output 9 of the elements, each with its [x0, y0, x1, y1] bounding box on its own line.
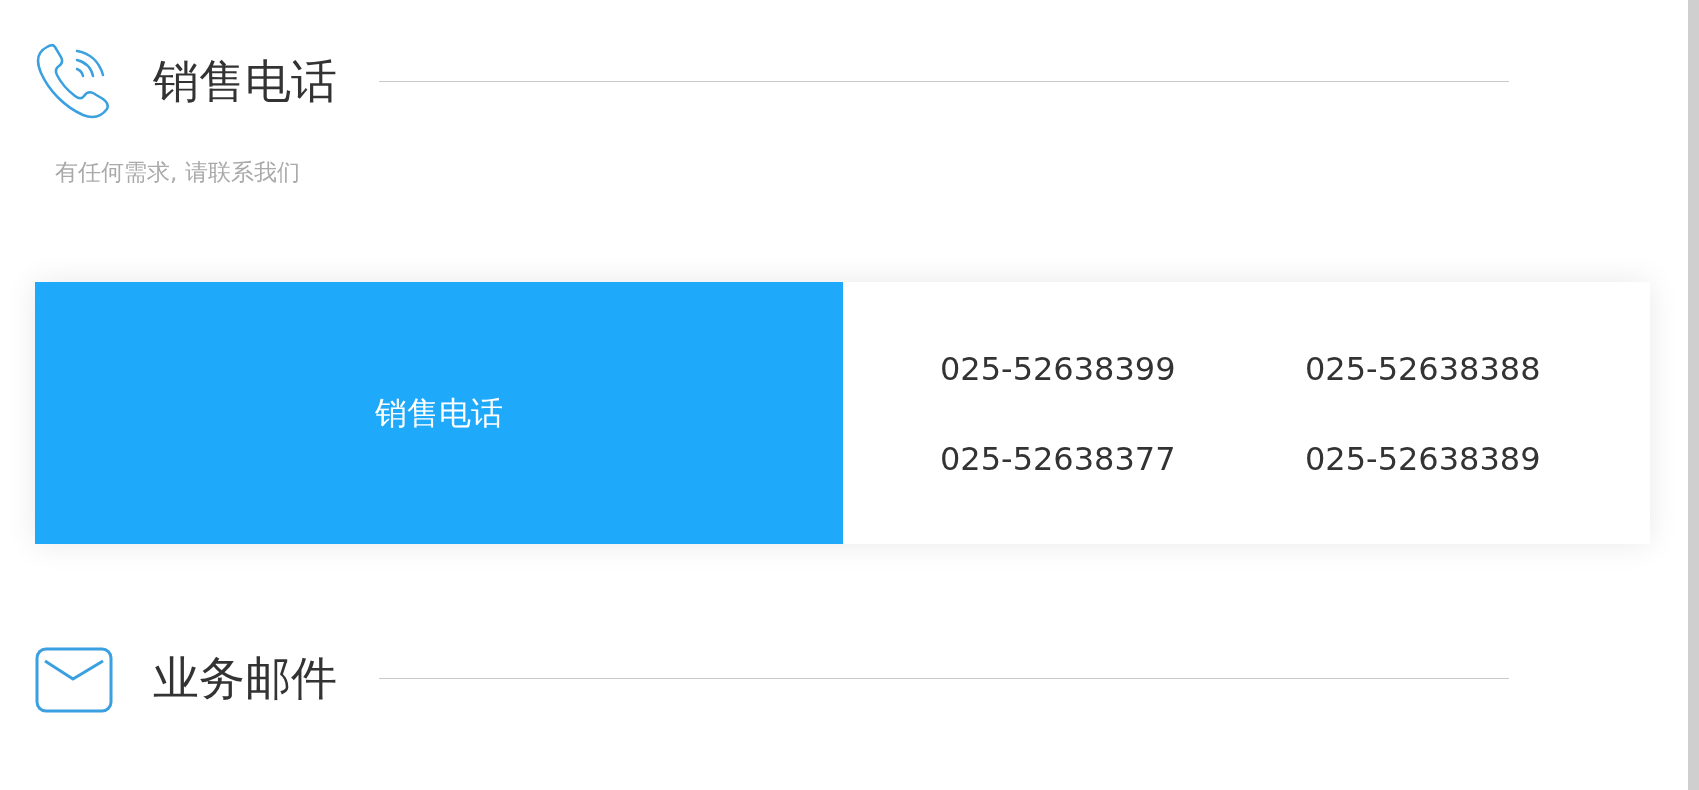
- section-subtitle: 有任何需求, 请联系我们: [55, 158, 301, 187]
- contact-label-panel: 销售电话: [35, 281, 843, 544]
- section-title: 业务邮件: [153, 650, 337, 707]
- phone-number: 025-52638399: [940, 348, 1177, 390]
- phone-number: 025-52638388: [1305, 348, 1542, 390]
- phone-number: 025-52638389: [1305, 438, 1542, 480]
- section-title: 销售电话: [153, 52, 337, 110]
- phone-number: 025-52638377: [940, 438, 1177, 480]
- scrollbar[interactable]: [1688, 0, 1699, 790]
